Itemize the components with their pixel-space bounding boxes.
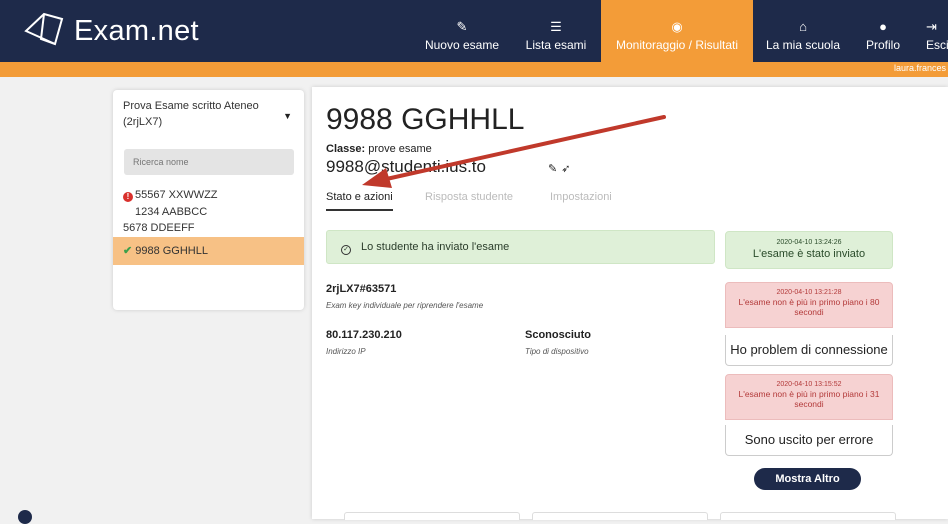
student-item[interactable]: 1234 AABBCC <box>135 206 207 218</box>
event-reason: Sono uscito per errore <box>725 425 893 456</box>
nav-label: Lista esami <box>525 38 587 52</box>
check-circle-icon: ✓ <box>341 245 351 255</box>
event-reason: Ho problem di connessione <box>725 335 893 366</box>
student-actions: ✎➶ <box>548 162 574 175</box>
send-icon[interactable]: ➶ <box>561 163 574 175</box>
device-hint: Tipo di dispositivo <box>525 347 589 356</box>
top-navbar: Exam.net ✎ Nuovo esame ☰ Lista esami ◉ M… <box>0 0 948 62</box>
event-focus-lost: 2020-04-10 13:21:28 L'esame non è più in… <box>725 282 893 328</box>
exam-selector[interactable]: Prova Esame scritto Ateneo (2rjLX7) ▼ <box>123 98 298 130</box>
student-sidebar: Prova Esame scritto Ateneo (2rjLX7) ▼ !5… <box>113 90 304 310</box>
details-block: 2rjLX7#63571 Exam key individuale per ri… <box>326 283 726 373</box>
student-name: 5678 DDEEFF <box>123 222 195 234</box>
edit-icon[interactable]: ✎ <box>548 163 561 175</box>
student-name: 1234 AABBCC <box>135 206 208 218</box>
student-name: 55567 XXWWZZ <box>135 189 218 201</box>
logout-icon: ⇥ <box>926 19 937 34</box>
submitted-alert: ✓ Lo studente ha inviato l'esame <box>326 230 715 264</box>
student-title: 9988 GGHHLL <box>326 103 525 136</box>
exam-selector-label: Prova Esame scritto Ateneo (2rjLX7) <box>123 100 259 128</box>
tab-settings[interactable]: Impostazioni <box>550 191 612 203</box>
eye-icon: ◉ <box>671 19 683 34</box>
nav-label: Esci <box>926 38 948 52</box>
show-more-button[interactable]: Mostra Altro <box>754 468 861 490</box>
event-submitted: 2020-04-10 13:24:26 L'esame è stato invi… <box>725 231 893 269</box>
class-label: Classe: <box>326 143 366 155</box>
student-item[interactable]: ! 55567 XXWWZZ <box>123 189 218 202</box>
pencil-icon: ✎ <box>456 19 468 34</box>
username[interactable]: laura.frances <box>894 63 946 73</box>
logo-text: Exam.net <box>74 14 199 47</box>
nav-exam-list[interactable]: ☰ Lista esami <box>513 0 599 62</box>
orange-status-bar <box>0 62 948 77</box>
student-item[interactable]: 5678 DDEEFF <box>123 222 195 234</box>
user-icon: ● <box>879 19 887 34</box>
search-name-input[interactable] <box>124 149 294 175</box>
student-name: 9988 GGHHLL <box>135 245 208 257</box>
event-time: 2020-04-10 13:24:26 <box>776 239 842 246</box>
nav-label: Monitoraggio / Risultati <box>615 38 739 52</box>
nav-my-school[interactable]: ⌂ La mia scuola <box>757 0 849 62</box>
event-message: L'esame non è più in primo piano i 31 se… <box>738 389 880 409</box>
check-icon: ✔ <box>123 245 133 257</box>
exam-key-hint: Exam key individuale per riprendere l'es… <box>326 301 484 310</box>
device-type: Sconosciuto <box>525 329 592 341</box>
nav-label: Nuovo esame <box>424 38 500 52</box>
student-detail-panel: 9988 GGHHLL Classe: prove esame 9988@stu… <box>312 87 948 520</box>
exam-logo-icon <box>24 12 64 46</box>
list-icon: ☰ <box>550 19 562 34</box>
exam-key: 2rjLX7#63571 <box>326 283 397 295</box>
event-time: 2020-04-10 13:15:52 <box>776 381 842 388</box>
help-icon[interactable] <box>18 510 32 524</box>
logo[interactable]: Exam.net <box>22 8 199 54</box>
event-message: L'esame non è più in primo piano i 80 se… <box>738 297 880 317</box>
event-message: L'esame è stato inviato <box>752 248 866 260</box>
ip-address: 80.117.230.210 <box>326 329 402 341</box>
caret-down-icon: ▼ <box>283 111 292 121</box>
nav-monitoring-results[interactable]: ◉ Monitoraggio / Risultati <box>601 0 753 62</box>
nav-new-exam[interactable]: ✎ Nuovo esame <box>413 0 511 62</box>
alert-text: Lo studente ha inviato l'esame <box>361 241 510 253</box>
nav-label: Profilo <box>865 38 900 52</box>
class-value: prove esame <box>368 143 432 155</box>
alert-icon: ! <box>123 192 133 202</box>
student-item-selected[interactable]: ✔ 9988 GGHHLL <box>113 237 304 265</box>
tab-student-response[interactable]: Risposta studente <box>425 191 513 203</box>
nav-label: La mia scuola <box>765 38 841 52</box>
student-email: 9988@studenti.ius.to <box>326 157 486 176</box>
nav-logout[interactable]: ⇥ Esci <box>918 0 948 62</box>
tab-status-actions[interactable]: Stato e azioni <box>326 191 393 211</box>
nav-profile[interactable]: ● Profilo <box>853 0 913 62</box>
event-focus-lost: 2020-04-10 13:15:52 L'esame non è più in… <box>725 374 893 420</box>
home-icon: ⌂ <box>799 19 807 34</box>
ip-hint: Indirizzo IP <box>326 347 366 356</box>
event-time: 2020-04-10 13:21:28 <box>776 289 842 296</box>
class-line: Classe: prove esame <box>326 143 432 155</box>
